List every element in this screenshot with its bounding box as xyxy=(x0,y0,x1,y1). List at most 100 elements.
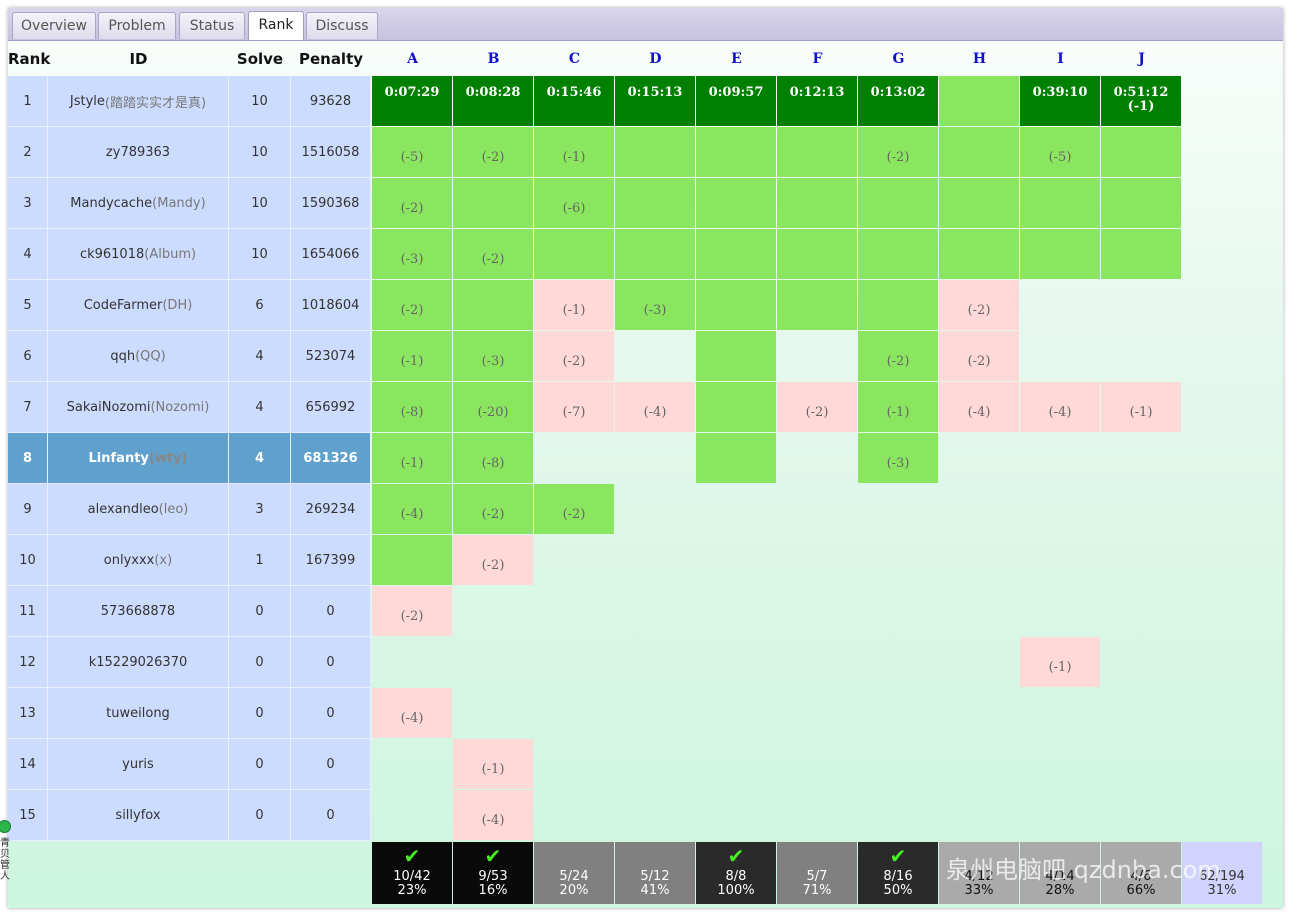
problem-cell-d[interactable]: (-3) xyxy=(615,280,695,330)
problem-cell-g[interactable] xyxy=(858,178,938,228)
user-id-cell[interactable]: Jstyle (踏踏实实才是真) xyxy=(48,76,229,127)
user-id-cell[interactable]: tuweilong xyxy=(48,688,229,739)
problem-cell-d[interactable]: 0:15:13 xyxy=(615,76,695,126)
user-id-cell[interactable]: sillyfox xyxy=(48,790,229,841)
problem-cell-h[interactable] xyxy=(939,178,1019,228)
problem-cell-d[interactable] xyxy=(615,127,695,177)
problem-cell-a[interactable]: (-1) xyxy=(372,433,452,483)
problem-cell-c[interactable]: (-2) xyxy=(534,484,614,534)
problem-cell-a[interactable] xyxy=(372,535,452,585)
problem-header-b[interactable]: B xyxy=(453,43,534,76)
user-id-cell[interactable]: alexandleo (leo) xyxy=(48,484,229,535)
user-id-cell[interactable]: ck961018 (Album) xyxy=(48,229,229,280)
problem-cell-h[interactable]: (-2) xyxy=(939,331,1019,381)
problem-cell-i[interactable] xyxy=(1020,229,1100,279)
problem-cell-b[interactable]: (-1) xyxy=(453,739,533,789)
problem-cell-i[interactable]: (-4) xyxy=(1020,382,1100,432)
problem-cell-a[interactable]: (-2) xyxy=(372,178,452,228)
tab-status[interactable]: Status xyxy=(179,12,245,39)
problem-cell-f[interactable] xyxy=(777,229,857,279)
user-id[interactable]: ck961018 xyxy=(80,247,144,262)
problem-cell-g[interactable]: (-1) xyxy=(858,382,938,432)
problem-cell-f[interactable] xyxy=(777,178,857,228)
problem-cell-a[interactable]: (-3) xyxy=(372,229,452,279)
problem-cell-g[interactable] xyxy=(858,229,938,279)
problem-cell-f[interactable] xyxy=(777,127,857,177)
user-id-cell[interactable]: CodeFarmer (DH) xyxy=(48,280,229,331)
problem-cell-i[interactable]: 0:39:10 xyxy=(1020,76,1100,126)
user-id-cell[interactable]: zy789363 xyxy=(48,127,229,178)
user-id[interactable]: Jstyle xyxy=(70,94,105,109)
problem-cell-h[interactable] xyxy=(939,76,1019,126)
user-id[interactable]: k15229026370 xyxy=(89,655,188,670)
problem-cell-j[interactable]: 0:51:12 (-1) xyxy=(1101,76,1181,126)
user-id-cell[interactable]: k15229026370 xyxy=(48,637,229,688)
problem-cell-e[interactable]: 0:09:57 xyxy=(696,76,776,126)
tab-overview[interactable]: Overview xyxy=(12,12,96,39)
solve-header[interactable]: Solve xyxy=(229,43,291,76)
problem-cell-e[interactable] xyxy=(696,382,776,432)
problem-cell-a[interactable]: (-2) xyxy=(372,586,452,636)
problem-cell-b[interactable] xyxy=(453,280,533,330)
problem-cell-j[interactable]: (-1) xyxy=(1101,382,1181,432)
user-id[interactable]: qqh xyxy=(110,349,135,364)
user-id-cell[interactable]: 573668878 xyxy=(48,586,229,637)
problem-cell-e[interactable] xyxy=(696,331,776,381)
problem-cell-h[interactable] xyxy=(939,127,1019,177)
user-id[interactable]: Mandycache xyxy=(70,196,152,211)
user-id[interactable]: 573668878 xyxy=(101,604,175,619)
problem-cell-f[interactable]: 0:12:13 xyxy=(777,76,857,126)
user-id[interactable]: tuweilong xyxy=(106,706,170,721)
problem-header-c[interactable]: C xyxy=(534,43,615,76)
problem-cell-a[interactable]: (-4) xyxy=(372,688,452,738)
problem-cell-e[interactable] xyxy=(696,433,776,483)
problem-cell-c[interactable] xyxy=(534,229,614,279)
problem-cell-i[interactable] xyxy=(1020,178,1100,228)
problem-cell-g[interactable]: (-3) xyxy=(858,433,938,483)
problem-cell-c[interactable]: (-7) xyxy=(534,382,614,432)
problem-cell-a[interactable]: (-2) xyxy=(372,280,452,330)
problem-cell-f[interactable]: (-2) xyxy=(777,382,857,432)
problem-cell-g[interactable]: 0:13:02 xyxy=(858,76,938,126)
user-id[interactable]: SakaiNozomi xyxy=(67,400,151,415)
id-header[interactable]: ID xyxy=(48,43,229,76)
user-id[interactable]: zy789363 xyxy=(106,145,170,160)
problem-cell-e[interactable] xyxy=(696,127,776,177)
tab-problem[interactable]: Problem xyxy=(98,12,176,39)
problem-cell-b[interactable]: (-20) xyxy=(453,382,533,432)
problem-cell-e[interactable] xyxy=(696,229,776,279)
problem-cell-i[interactable]: (-1) xyxy=(1020,637,1100,687)
problem-header-d[interactable]: D xyxy=(615,43,696,76)
problem-cell-b[interactable]: 0:08:28 xyxy=(453,76,533,126)
user-id-cell[interactable]: SakaiNozomi (Nozomi) xyxy=(48,382,229,433)
problem-cell-b[interactable]: (-2) xyxy=(453,535,533,585)
problem-cell-b[interactable]: (-2) xyxy=(453,127,533,177)
problem-cell-b[interactable]: (-8) xyxy=(453,433,533,483)
user-id-cell[interactable]: Mandycache (Mandy) xyxy=(48,178,229,229)
user-id-cell[interactable]: yuris xyxy=(48,739,229,790)
problem-header-g[interactable]: G xyxy=(858,43,939,76)
problem-cell-g[interactable] xyxy=(858,280,938,330)
problem-header-i[interactable]: I xyxy=(1020,43,1101,76)
user-id[interactable]: CodeFarmer xyxy=(84,298,163,313)
user-id[interactable]: alexandleo xyxy=(88,502,159,517)
problem-header-j[interactable]: J xyxy=(1101,43,1182,76)
problem-cell-b[interactable]: (-3) xyxy=(453,331,533,381)
user-id-cell[interactable]: onlyxxx (x) xyxy=(48,535,229,586)
user-id-cell[interactable]: qqh (QQ) xyxy=(48,331,229,382)
problem-cell-b[interactable] xyxy=(453,178,533,228)
problem-cell-g[interactable]: (-2) xyxy=(858,331,938,381)
problem-cell-j[interactable] xyxy=(1101,127,1181,177)
problem-cell-j[interactable] xyxy=(1101,229,1181,279)
problem-cell-a[interactable]: 0:07:29 xyxy=(372,76,452,126)
user-id[interactable]: onlyxxx xyxy=(104,553,155,568)
problem-cell-f[interactable] xyxy=(777,280,857,330)
user-id[interactable]: sillyfox xyxy=(115,808,160,823)
problem-cell-b[interactable]: (-4) xyxy=(453,790,533,840)
problem-cell-i[interactable]: (-5) xyxy=(1020,127,1100,177)
problem-cell-g[interactable]: (-2) xyxy=(858,127,938,177)
problem-cell-d[interactable] xyxy=(615,229,695,279)
problem-cell-a[interactable]: (-5) xyxy=(372,127,452,177)
problem-cell-b[interactable]: (-2) xyxy=(453,484,533,534)
problem-cell-d[interactable]: (-4) xyxy=(615,382,695,432)
